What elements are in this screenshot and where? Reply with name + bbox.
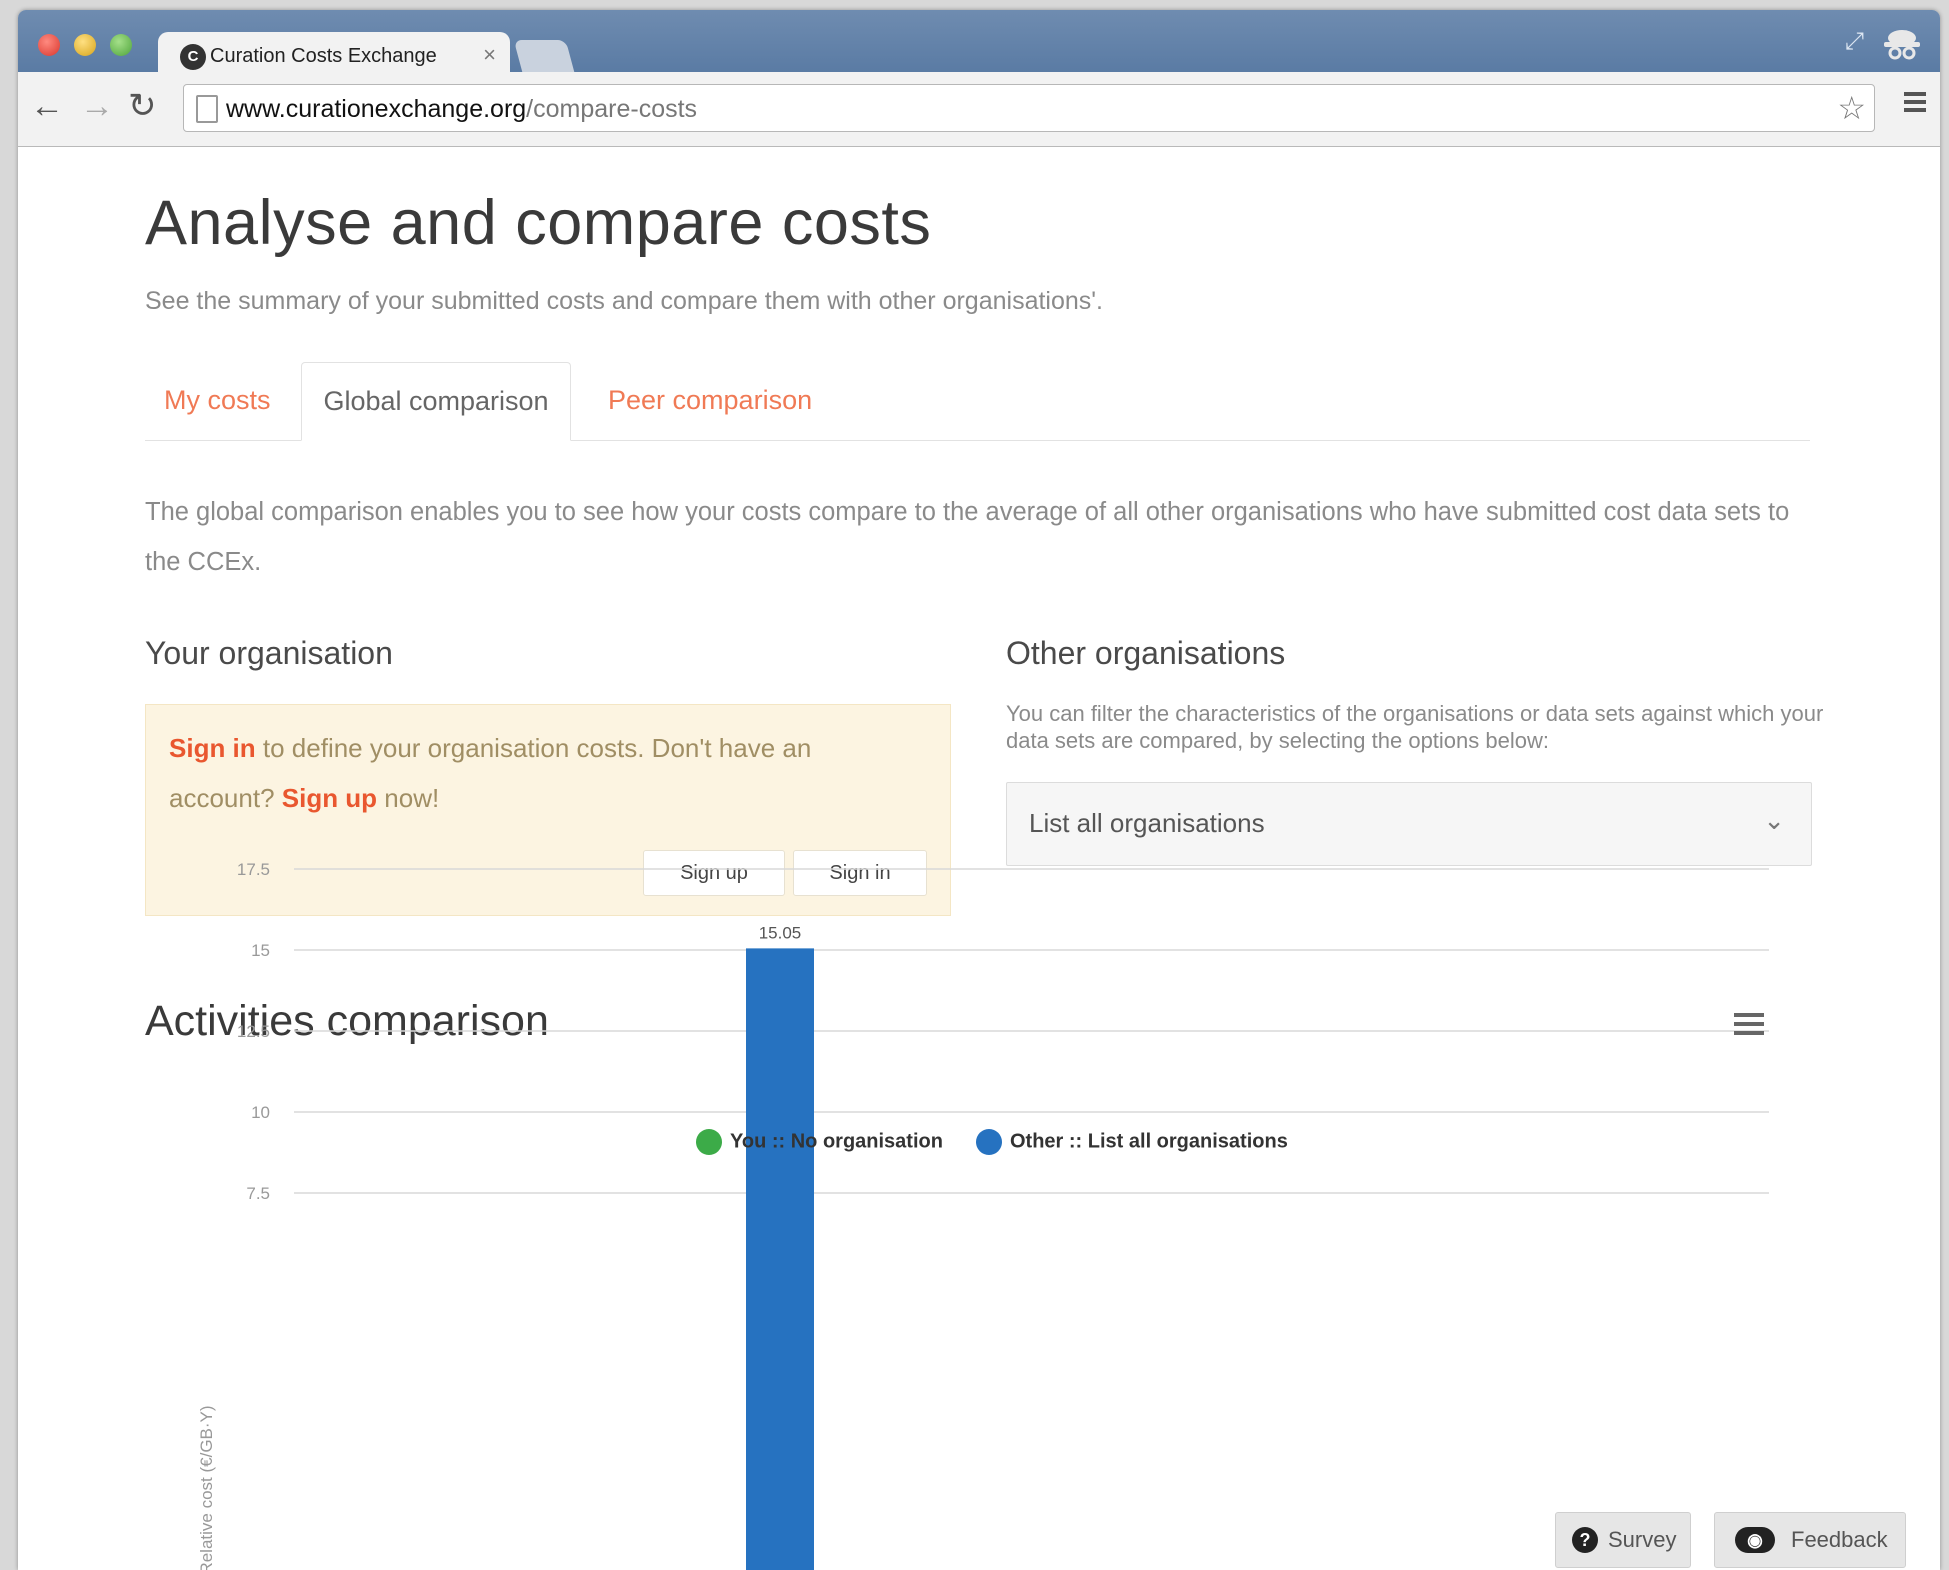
legend-item-you[interactable]: You :: No organisation (696, 1129, 943, 1155)
survey-button[interactable]: ? Survey (1555, 1512, 1691, 1568)
y-tick-label: 17.5 (237, 860, 270, 879)
chart-menu-icon[interactable] (1734, 1013, 1764, 1040)
y-tick-label: 7.5 (246, 1184, 270, 1203)
survey-label: Survey (1608, 1527, 1677, 1552)
bar-data-label: 15.05 (759, 923, 802, 942)
legend-dot-you (696, 1129, 722, 1155)
legend-label-you: You :: No organisation (730, 1130, 943, 1153)
eye-icon: ◉ (1735, 1527, 1775, 1553)
question-icon: ? (1572, 1527, 1598, 1553)
legend-item-other[interactable]: Other :: List all organisations (976, 1129, 1288, 1155)
feedback-label: Feedback (1791, 1527, 1888, 1552)
bar-other[interactable] (746, 948, 814, 1570)
legend-label-other: Other :: List all organisations (1010, 1130, 1288, 1153)
y-tick-label: 10 (251, 1103, 270, 1122)
activities-chart: 17.5 15 12.5 10 7.5 Relative cost (€/GB·Y) 15.… (197, 860, 1769, 1570)
legend-dot-other (976, 1129, 1002, 1155)
browser-window: C Curation Costs Exchange × ⤢ ← → ↻ www.… (18, 10, 1940, 1570)
y-tick-label: 12.5 (237, 1022, 270, 1041)
y-tick-label: 15 (251, 941, 270, 960)
feedback-button[interactable]: ◉ Feedback (1714, 1512, 1906, 1568)
y-axis-label: Relative cost (€/GB·Y) (197, 1405, 216, 1570)
